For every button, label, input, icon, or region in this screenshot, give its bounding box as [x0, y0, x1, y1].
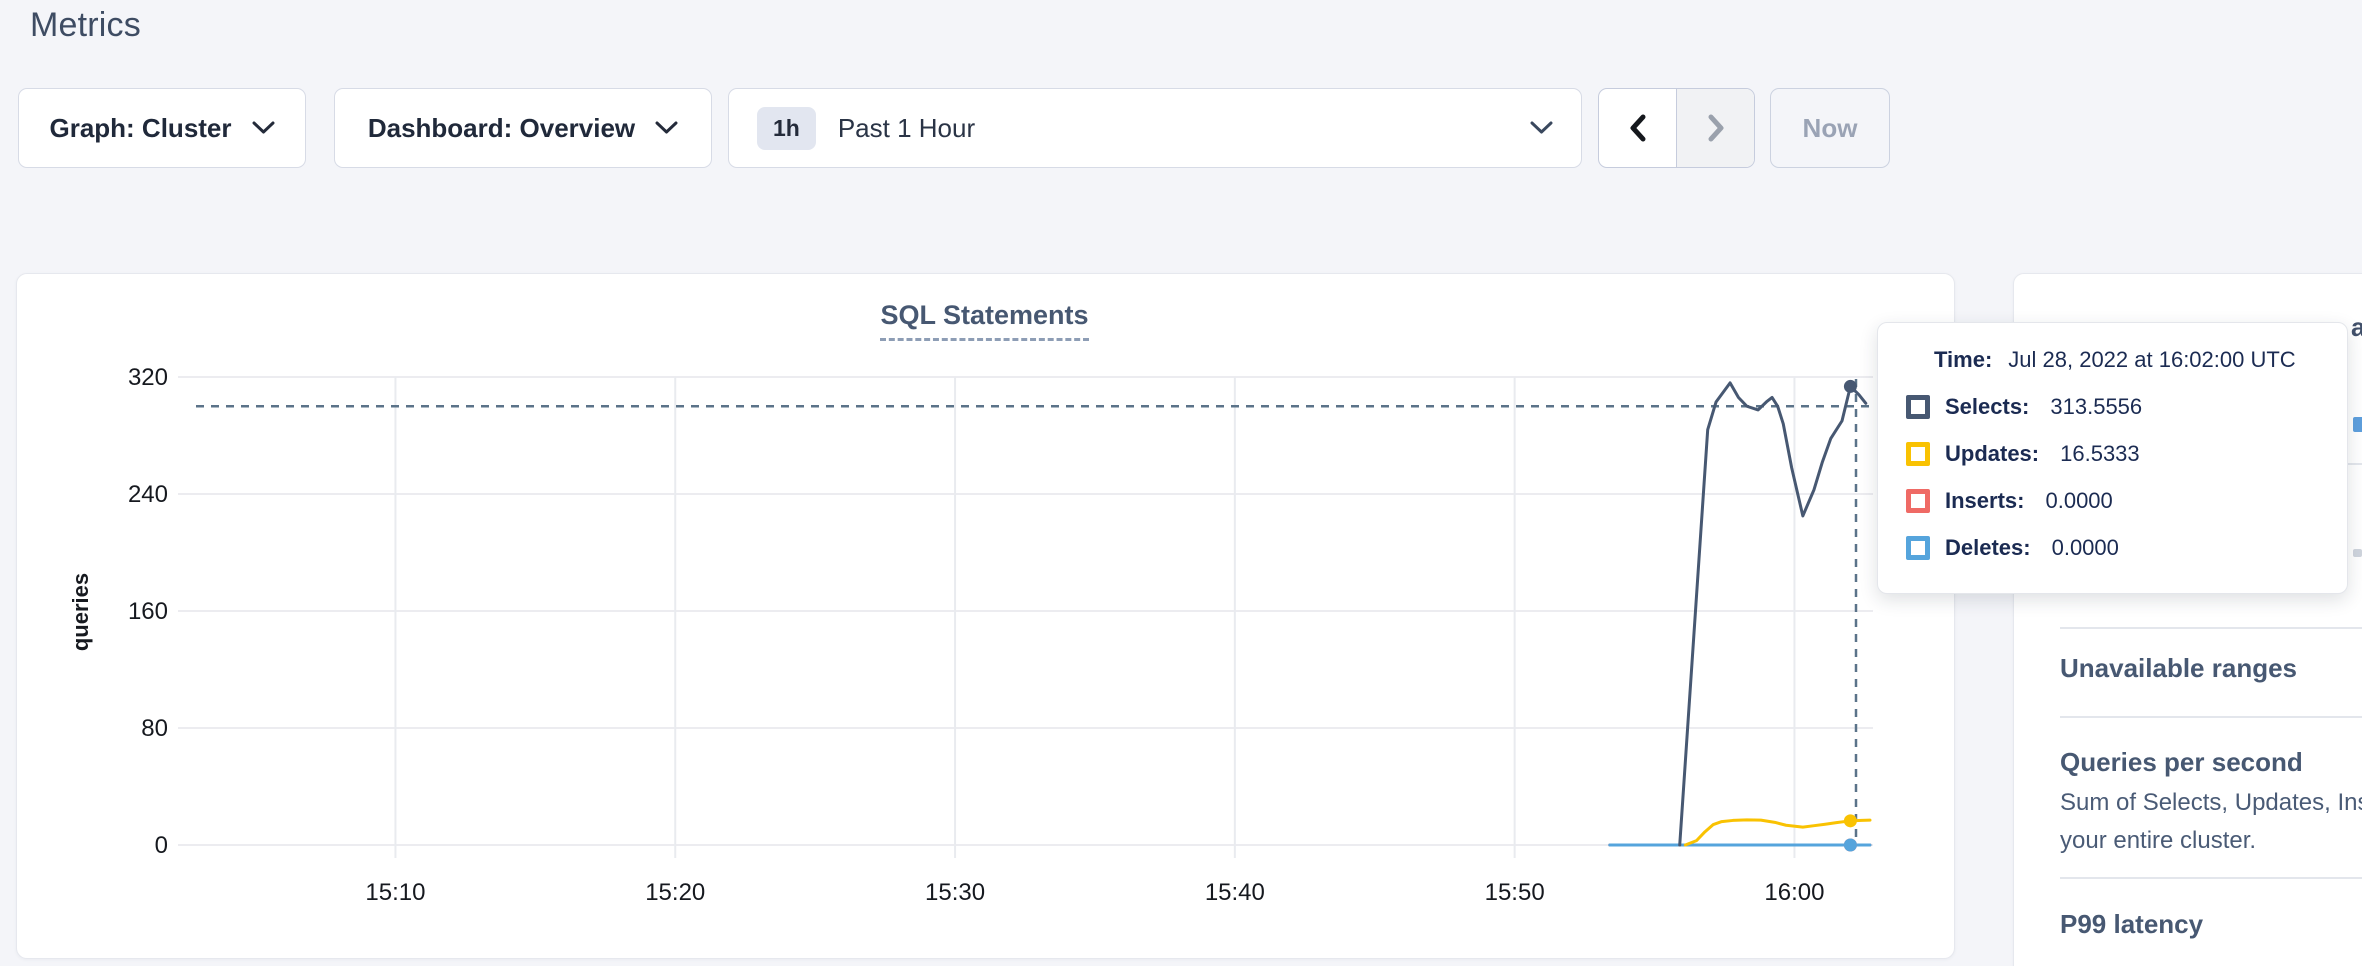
tooltip-time-row: Time: Jul 28, 2022 at 16:02:00 UTC — [1934, 347, 2347, 373]
chart-hover-tooltip: Time: Jul 28, 2022 at 16:02:00 UTC Selec… — [1877, 322, 2348, 594]
dashboard-dropdown-label: Dashboard: Overview — [368, 113, 635, 144]
tooltip-series-value: 313.5556 — [2050, 394, 2142, 420]
chevron-right-icon — [1705, 113, 1727, 143]
graph-dropdown[interactable]: Graph: Cluster — [18, 88, 306, 168]
chevron-down-icon — [252, 121, 275, 135]
chart-title-wrap: SQL Statements — [16, 300, 1953, 341]
now-button[interactable]: Now — [1770, 88, 1890, 168]
sidebar-clipped-text-fragment — [2353, 549, 2362, 557]
tooltip-series-value: 0.0000 — [2052, 535, 2119, 561]
time-range-label: Past 1 Hour — [838, 113, 975, 144]
chart-title[interactable]: SQL Statements — [880, 300, 1088, 341]
dashboard-dropdown[interactable]: Dashboard: Overview — [334, 88, 712, 168]
tooltip-series-row: Deletes: 0.0000 — [1906, 535, 2347, 561]
tooltip-time-value: Jul 28, 2022 at 16:02:00 UTC — [2008, 347, 2295, 373]
time-range-badge: 1h — [757, 107, 816, 150]
tooltip-series-value: 16.5333 — [2060, 441, 2140, 467]
sidebar-divider — [2060, 627, 2362, 629]
chevron-down-icon — [1530, 121, 1553, 135]
sidebar-heading-queries-per-second: Queries per second — [2060, 747, 2303, 778]
sidebar-divider — [2060, 716, 2362, 718]
tooltip-series-value: 0.0000 — [2045, 488, 2112, 514]
metrics-page: Metrics Graph: Cluster Dashboard: Overvi… — [0, 0, 2362, 966]
chevron-left-icon — [1627, 113, 1649, 143]
chevron-down-icon — [655, 121, 678, 135]
now-button-label: Now — [1803, 113, 1858, 144]
sidebar-description-line: your entire cluster. — [2060, 827, 2256, 855]
sidebar-clipped-heading-fragment: a — [2351, 312, 2362, 343]
sidebar-clipped-link-fragment — [2353, 417, 2362, 432]
graph-dropdown-label: Graph: Cluster — [49, 113, 231, 144]
tooltip-series-row: Selects: 313.5556 — [1906, 394, 2347, 420]
sidebar-description-line: Sum of Selects, Updates, Inser — [2060, 789, 2362, 817]
deletes-series-swatch-icon — [1906, 536, 1930, 560]
tooltip-series-label: Inserts: — [1945, 488, 2024, 514]
chart-plot-area[interactable] — [180, 377, 1873, 845]
tooltip-series-label: Updates: — [1945, 441, 2039, 467]
page-title: Metrics — [30, 6, 141, 45]
tooltip-series-row: Inserts: 0.0000 — [1906, 488, 2347, 514]
time-range-picker[interactable]: 1h Past 1 Hour — [728, 88, 1582, 168]
prev-time-button[interactable] — [1599, 89, 1676, 167]
tooltip-series-label: Deletes: — [1945, 535, 2031, 561]
sidebar-heading-unavailable-ranges: Unavailable ranges — [2060, 653, 2297, 684]
sidebar-heading-p99-latency: P99 latency — [2060, 909, 2203, 940]
time-nav-group — [1598, 88, 1755, 168]
selects-series-swatch-icon — [1906, 395, 1930, 419]
tooltip-series-label: Selects: — [1945, 394, 2029, 420]
tooltip-time-label: Time: — [1934, 347, 1992, 373]
inserts-series-swatch-icon — [1906, 489, 1930, 513]
tooltip-series-row: Updates: 16.5333 — [1906, 441, 2347, 467]
next-time-button[interactable] — [1676, 89, 1754, 167]
updates-series-swatch-icon — [1906, 442, 1930, 466]
sidebar-divider — [2060, 877, 2362, 879]
